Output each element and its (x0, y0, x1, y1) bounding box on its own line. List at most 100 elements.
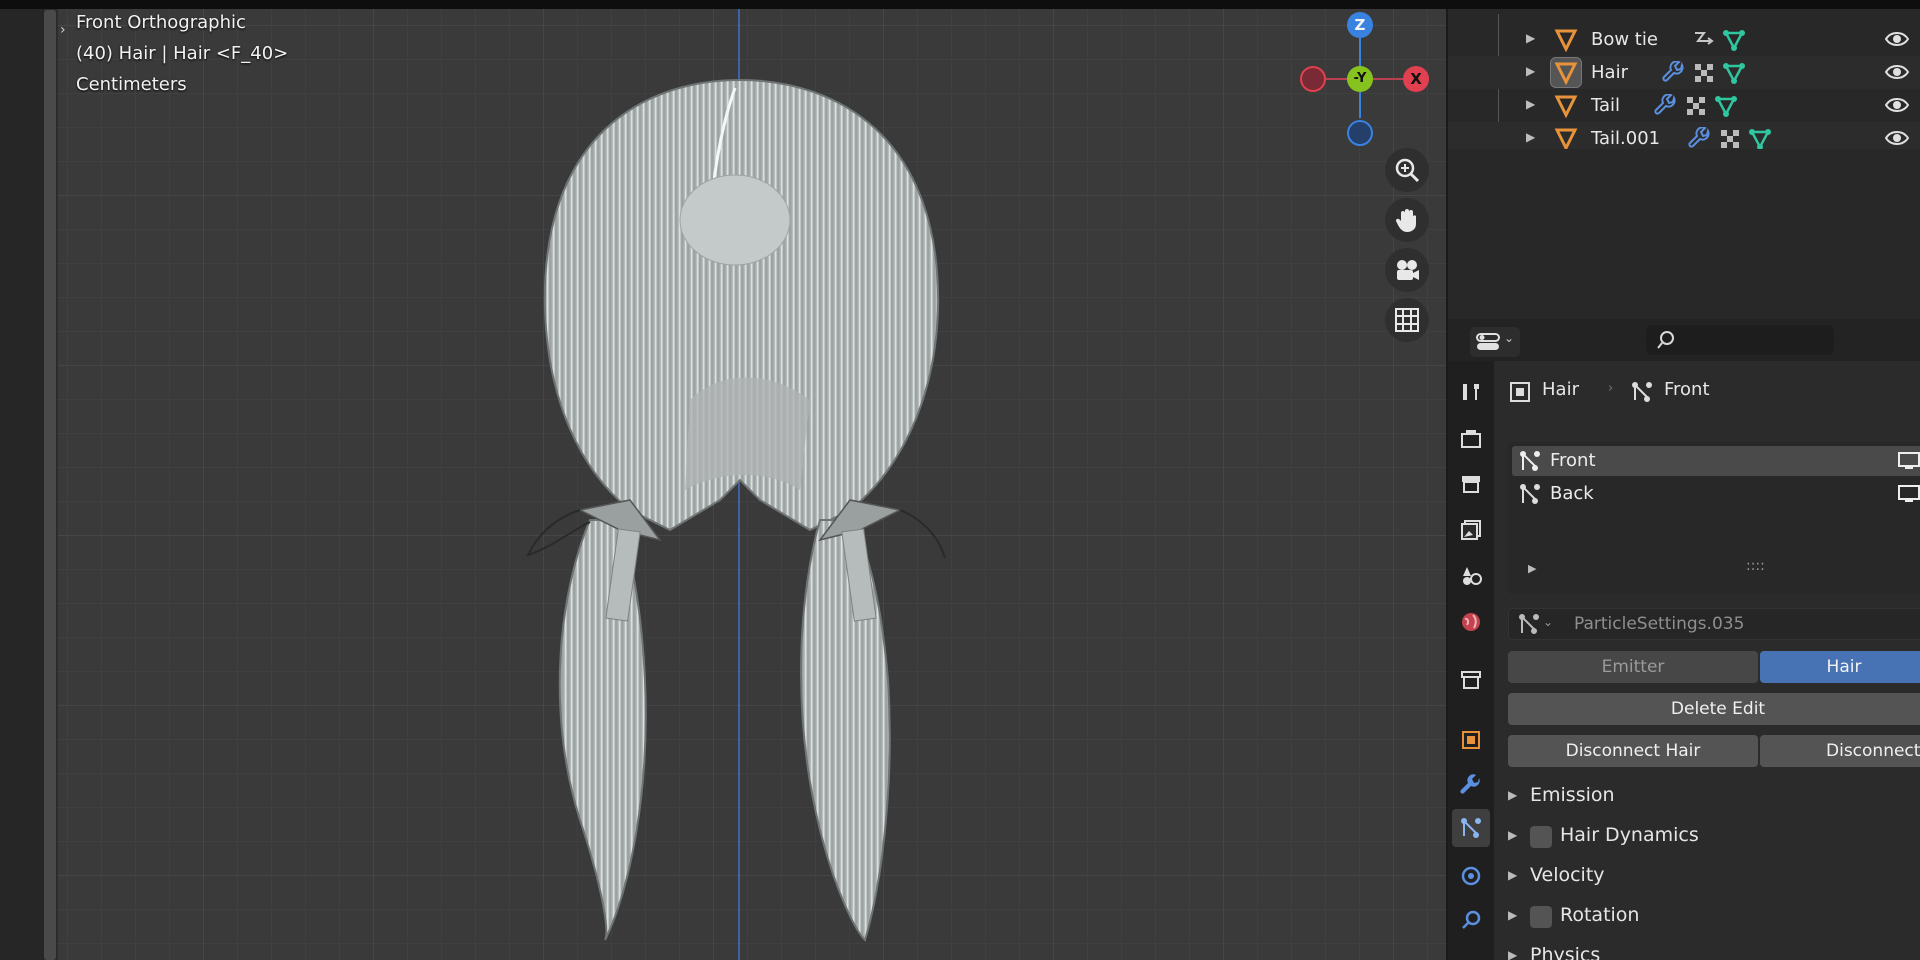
panel-velocity[interactable]: ▶ Velocity (1494, 859, 1920, 893)
list-item-back[interactable]: Back (1512, 479, 1920, 509)
gizmo-neg-x-axis[interactable] (1300, 66, 1326, 92)
outliner-item-label[interactable]: Tail (1591, 95, 1620, 116)
mesh-object-icon (1554, 95, 1578, 118)
expand-triangle-icon[interactable]: ▶ (1526, 31, 1535, 45)
wrench-icon[interactable] (1654, 94, 1678, 118)
type-hair-option[interactable]: Hair (1760, 651, 1920, 683)
list-resize-handle[interactable]: :::: (1746, 558, 1765, 574)
properties-editor[interactable]: ⌄ Hair › Front Front Back ▶:::: ⌄ Parti… (1446, 319, 1920, 960)
panel-expand-icon: ▶ (1508, 788, 1518, 802)
panel-rotation[interactable]: ▶ Rotation (1494, 899, 1920, 933)
expand-triangle-icon[interactable]: ▶ (1526, 130, 1535, 144)
tab-modifiers[interactable] (1452, 767, 1490, 805)
chevron-down-icon: ⌄ (1504, 331, 1515, 345)
visibility-eye-icon[interactable] (1884, 128, 1910, 148)
gizmo-x-axis[interactable]: X (1403, 66, 1429, 92)
outliner-row-hair[interactable]: ▶ Hair (1448, 56, 1920, 89)
gizmo-neg-z-axis[interactable] (1347, 120, 1373, 146)
outliner-empty-area[interactable] (1448, 149, 1920, 319)
scene-icon (1463, 567, 1482, 585)
constraints-icon (1462, 910, 1481, 929)
outliner-row-tail[interactable]: ▶ Tail (1448, 89, 1920, 122)
hand-pan-icon[interactable] (1385, 198, 1429, 242)
disconnect-hair-button[interactable]: Disconnect Hair (1508, 735, 1758, 767)
search-input[interactable] (1646, 325, 1834, 355)
vertex-group-icon[interactable] (1714, 94, 1738, 118)
search-icon (1657, 331, 1674, 349)
tab-render[interactable] (1452, 419, 1490, 457)
mesh-object-icon (1554, 128, 1578, 151)
outliner[interactable]: ▶ Bow tie ▶ Hair ▶ Tail ▶ Tail.001 (1446, 9, 1920, 319)
expand-triangle-icon[interactable]: ▶ (1526, 97, 1535, 111)
breadcrumb-particle-system: Front (1664, 379, 1710, 400)
particles-icon (1632, 382, 1652, 402)
panel-label: Emission (1530, 784, 1615, 806)
tab-scene[interactable] (1452, 557, 1490, 595)
zoom-icon[interactable] (1385, 148, 1429, 192)
rotation-checkbox[interactable] (1530, 906, 1552, 928)
panel-expand-icon: ▶ (1508, 868, 1518, 882)
collection-icon (1461, 671, 1481, 689)
monitor-icon[interactable] (1898, 485, 1920, 503)
particle-properties: Hair › Front Front Back ▶ :::: ⌄ Particl… (1494, 361, 1920, 960)
checker-icon[interactable] (1718, 127, 1742, 151)
disconnect-all-button[interactable]: Disconnect (1760, 735, 1920, 767)
tab-view-layer[interactable] (1452, 511, 1490, 549)
list-expand-triangle-icon[interactable]: ▶ (1528, 562, 1536, 575)
navigation-gizmo[interactable]: Z -Y X (1290, 10, 1429, 150)
outliner-item-label[interactable]: Tail.001 (1591, 128, 1660, 149)
type-emitter-option[interactable]: Emitter (1508, 651, 1758, 683)
tab-output[interactable] (1452, 465, 1490, 503)
hair-dynamics-checkbox[interactable] (1530, 826, 1552, 848)
particle-settings-field[interactable]: ⌄ ParticleSettings.035 (1508, 608, 1920, 640)
tab-physics[interactable] (1452, 857, 1490, 895)
panel-physics[interactable]: ▶ Physics (1494, 939, 1920, 960)
outliner-row-bow-tie[interactable]: ▶ Bow tie (1448, 23, 1920, 56)
vertex-group-icon[interactable] (1722, 61, 1746, 85)
toolbar-scrollbar[interactable] (44, 10, 56, 960)
visibility-eye-icon[interactable] (1884, 29, 1910, 49)
tab-collection[interactable] (1452, 661, 1490, 699)
particles-icon (1520, 484, 1540, 504)
hair-model (526, 78, 946, 942)
checker-icon[interactable] (1692, 61, 1716, 85)
tab-world[interactable] (1452, 603, 1490, 641)
outliner-item-label[interactable]: Bow tie (1591, 29, 1658, 50)
render-icon (1461, 430, 1481, 448)
panel-label: Rotation (1560, 904, 1640, 926)
curve-icon[interactable] (1692, 29, 1716, 51)
panel-label: Velocity (1530, 864, 1605, 886)
tab-object[interactable] (1452, 721, 1490, 759)
vertex-group-icon[interactable] (1748, 127, 1772, 151)
world-icon (1462, 613, 1480, 631)
visibility-eye-icon[interactable] (1884, 62, 1910, 82)
camera-icon[interactable] (1385, 248, 1429, 292)
outliner-item-label[interactable]: Hair (1591, 62, 1628, 83)
panel-hair-dynamics[interactable]: ▶ Hair Dynamics (1494, 819, 1920, 853)
panel-emission[interactable]: ▶ Emission (1494, 779, 1920, 813)
visibility-eye-icon[interactable] (1884, 95, 1910, 115)
list-item-front[interactable]: Front (1512, 446, 1920, 476)
monitor-icon[interactable] (1898, 452, 1920, 470)
tab-tool[interactable] (1452, 373, 1490, 411)
gizmo-neg-y-axis[interactable]: -Y (1347, 66, 1373, 92)
panel-label: Hair Dynamics (1560, 824, 1699, 846)
vertex-group-icon[interactable] (1722, 28, 1746, 52)
object-icon (1462, 731, 1480, 749)
grid-icon[interactable] (1385, 298, 1429, 342)
particles-icon (1519, 614, 1539, 634)
tab-constraints[interactable] (1452, 901, 1490, 939)
particle-system-list[interactable]: Front Back ▶ :::: (1508, 442, 1920, 594)
expand-caret-icon[interactable]: › (60, 22, 66, 38)
checker-icon[interactable] (1684, 94, 1708, 118)
wrench-icon[interactable] (1688, 127, 1712, 151)
editor-type-selector[interactable]: ⌄ (1470, 327, 1520, 357)
wrench-icon[interactable] (1662, 61, 1686, 85)
expand-triangle-icon[interactable]: ▶ (1526, 64, 1535, 78)
particle-settings-name[interactable]: ParticleSettings.035 (1574, 614, 1744, 634)
units-label: Centimeters (76, 74, 187, 95)
delete-edit-button[interactable]: Delete Edit (1508, 693, 1920, 725)
gizmo-z-axis[interactable]: Z (1347, 12, 1373, 38)
tab-particles[interactable] (1452, 809, 1490, 847)
3d-viewport[interactable]: › Front Orthographic (40) Hair | Hair <F… (0, 0, 1446, 960)
